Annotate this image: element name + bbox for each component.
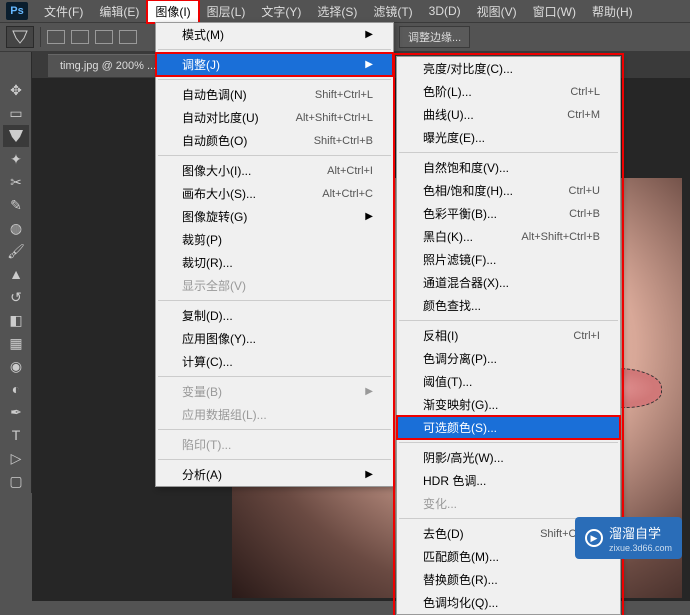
menu-auto-tone[interactable]: 自动色调(N)Shift+Ctrl+L xyxy=(156,83,393,106)
menu-separator xyxy=(158,49,391,50)
menu-posterize[interactable]: 色调分离(P)... xyxy=(397,347,620,370)
menu-trap: 陷印(T)... xyxy=(156,433,393,456)
menu-curves[interactable]: 曲线(U)...Ctrl+M xyxy=(397,103,620,126)
eyedropper-tool[interactable]: ✎ xyxy=(3,194,29,216)
menu-invert[interactable]: 反相(I)Ctrl+I xyxy=(397,324,620,347)
menu-auto-color[interactable]: 自动颜色(O)Shift+Ctrl+B xyxy=(156,129,393,152)
menu-hue-saturation[interactable]: 色相/饱和度(H)...Ctrl+U xyxy=(397,179,620,202)
move-tool[interactable]: ✥ xyxy=(3,79,29,101)
eraser-tool[interactable]: ◧ xyxy=(3,309,29,331)
menu-adjustments[interactable]: 调整(J)▶ xyxy=(156,53,393,76)
menu-shadows-highlights[interactable]: 阴影/高光(W)... xyxy=(397,446,620,469)
opt-mode-box-4[interactable] xyxy=(119,30,137,44)
menu-image-rotation[interactable]: 图像旋转(G)▶ xyxy=(156,205,393,228)
menu-layer[interactable]: 图层(L) xyxy=(199,0,254,23)
menu-duplicate[interactable]: 复制(D)... xyxy=(156,304,393,327)
menu-view[interactable]: 视图(V) xyxy=(469,0,525,23)
menu-variables: 变量(B)▶ xyxy=(156,380,393,403)
menu-separator xyxy=(158,79,391,80)
menu-variations: 变化... xyxy=(397,492,620,515)
menu-brightness-contrast[interactable]: 亮度/对比度(C)... xyxy=(397,57,620,80)
menu-image[interactable]: 图像(I) xyxy=(147,0,198,23)
menu-separator xyxy=(399,320,618,321)
opt-mode-box-1[interactable] xyxy=(47,30,65,44)
dodge-tool[interactable]: ◐ xyxy=(3,378,29,400)
menu-separator xyxy=(158,300,391,301)
menu-vibrance[interactable]: 自然饱和度(V)... xyxy=(397,156,620,179)
refine-edge-button[interactable]: 调整边缘... xyxy=(399,26,470,48)
document-tab[interactable]: timg.jpg @ 200% ... xyxy=(48,54,168,77)
menu-apply-dataset: 应用数据组(L)... xyxy=(156,403,393,426)
submenu-arrow-icon: ▶ xyxy=(365,386,373,397)
healing-tool[interactable]: ◍ xyxy=(3,217,29,239)
menu-image-size[interactable]: 图像大小(I)...Alt+Ctrl+I xyxy=(156,159,393,182)
watermark-url: zixue.3d66.com xyxy=(609,543,672,553)
menu-reveal-all: 显示全部(V) xyxy=(156,274,393,297)
menu-separator xyxy=(399,442,618,443)
submenu-arrow-icon: ▶ xyxy=(365,29,373,40)
gradient-tool[interactable]: ▦ xyxy=(3,332,29,354)
menu-separator xyxy=(158,155,391,156)
shape-tool[interactable]: ▢ xyxy=(3,470,29,492)
history-brush-tool[interactable]: ↺ xyxy=(3,286,29,308)
menu-replace-color[interactable]: 替换颜色(R)... xyxy=(397,568,620,591)
path-tool[interactable]: ▷ xyxy=(3,447,29,469)
menu-apply-image[interactable]: 应用图像(Y)... xyxy=(156,327,393,350)
menu-file[interactable]: 文件(F) xyxy=(36,0,91,23)
opt-mode-box-2[interactable] xyxy=(71,30,89,44)
menu-window[interactable]: 窗口(W) xyxy=(525,0,584,23)
menu-type[interactable]: 文字(Y) xyxy=(253,0,309,23)
menu-black-white[interactable]: 黑白(K)...Alt+Shift+Ctrl+B xyxy=(397,225,620,248)
menu-crop[interactable]: 裁剪(P) xyxy=(156,228,393,251)
menu-auto-contrast[interactable]: 自动对比度(U)Alt+Shift+Ctrl+L xyxy=(156,106,393,129)
crop-tool[interactable]: ✂ xyxy=(3,171,29,193)
menu-trim[interactable]: 裁切(R)... xyxy=(156,251,393,274)
menu-hdr-toning[interactable]: HDR 色调... xyxy=(397,469,620,492)
ps-logo: Ps xyxy=(6,2,28,20)
watermark-badge: ▶ 溜溜自学 zixue.3d66.com xyxy=(575,517,682,559)
blur-tool[interactable]: ◉ xyxy=(3,355,29,377)
pen-tool[interactable]: ✒ xyxy=(3,401,29,423)
stamp-tool[interactable]: ▲ xyxy=(3,263,29,285)
menu-channel-mixer[interactable]: 通道混合器(X)... xyxy=(397,271,620,294)
menu-analysis[interactable]: 分析(A)▶ xyxy=(156,463,393,486)
menu-exposure[interactable]: 曝光度(E)... xyxy=(397,126,620,149)
menubar: Ps 文件(F) 编辑(E) 图像(I) 图层(L) 文字(Y) 选择(S) 滤… xyxy=(0,0,690,22)
menu-separator xyxy=(158,376,391,377)
play-icon: ▶ xyxy=(585,529,603,547)
menu-calculations[interactable]: 计算(C)... xyxy=(156,350,393,373)
current-tool-icon[interactable] xyxy=(6,26,34,48)
lasso-tool[interactable] xyxy=(3,125,29,147)
menu-help[interactable]: 帮助(H) xyxy=(584,0,641,23)
menu-threshold[interactable]: 阈值(T)... xyxy=(397,370,620,393)
submenu-arrow-icon: ▶ xyxy=(365,59,373,70)
menu-3d[interactable]: 3D(D) xyxy=(421,1,469,21)
type-tool[interactable]: T xyxy=(3,424,29,446)
separator xyxy=(40,27,41,47)
menu-edit[interactable]: 编辑(E) xyxy=(91,0,147,23)
wand-tool[interactable]: ✦ xyxy=(3,148,29,170)
brush-tool[interactable]: 🖌 xyxy=(3,240,29,262)
menu-color-lookup[interactable]: 颜色查找... xyxy=(397,294,620,317)
submenu-arrow-icon: ▶ xyxy=(365,211,373,222)
menu-selective-color[interactable]: 可选颜色(S)... xyxy=(397,416,620,439)
watermark-brand: 溜溜自学 xyxy=(609,523,672,542)
menu-color-balance[interactable]: 色彩平衡(B)...Ctrl+B xyxy=(397,202,620,225)
image-menu-dropdown: 模式(M)▶ 调整(J)▶ 自动色调(N)Shift+Ctrl+L 自动对比度(… xyxy=(155,22,394,487)
menu-filter[interactable]: 滤镜(T) xyxy=(365,0,420,23)
menu-photo-filter[interactable]: 照片滤镜(F)... xyxy=(397,248,620,271)
toolbox: ✥ ▭ ✦ ✂ ✎ ◍ 🖌 ▲ ↺ ◧ ▦ ◉ ◐ ✒ T ▷ ▢ xyxy=(0,52,32,493)
menu-separator xyxy=(158,459,391,460)
menu-gradient-map[interactable]: 渐变映射(G)... xyxy=(397,393,620,416)
submenu-arrow-icon: ▶ xyxy=(365,469,373,480)
marquee-tool[interactable]: ▭ xyxy=(3,102,29,124)
menu-separator xyxy=(399,152,618,153)
menu-equalize[interactable]: 色调均化(Q)... xyxy=(397,591,620,614)
opt-mode-box-3[interactable] xyxy=(95,30,113,44)
menu-levels[interactable]: 色阶(L)...Ctrl+L xyxy=(397,80,620,103)
menu-select[interactable]: 选择(S) xyxy=(309,0,365,23)
menu-mode[interactable]: 模式(M)▶ xyxy=(156,23,393,46)
menu-separator xyxy=(158,429,391,430)
menu-canvas-size[interactable]: 画布大小(S)...Alt+Ctrl+C xyxy=(156,182,393,205)
